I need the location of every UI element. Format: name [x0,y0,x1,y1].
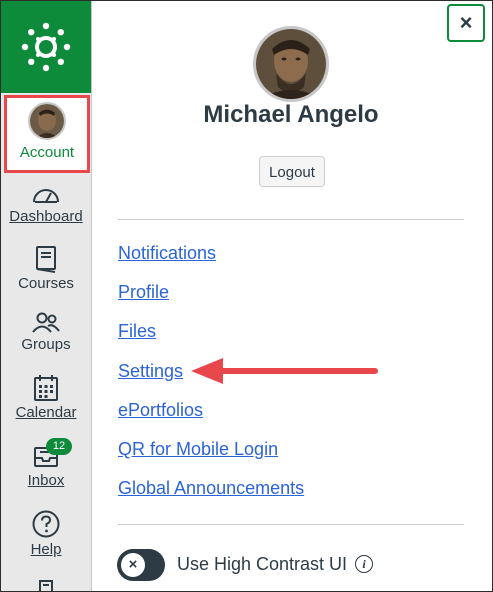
nav-item-help[interactable]: Help [1,509,91,558]
screenshot-frame: Account Dashboard Courses Groups Calenda… [0,0,493,592]
close-icon: × [459,10,473,35]
user-name: Michael Angelo [203,101,379,128]
divider [118,219,464,220]
nav-label-courses: Courses [18,275,74,292]
toggle-off-icon: × [121,553,145,577]
dashboard-icon [33,189,59,203]
calendar-icon [34,375,58,401]
help-icon [32,510,60,538]
high-contrast-toggle[interactable]: × [117,549,165,581]
courses-icon [36,246,56,273]
link-files[interactable]: Files [118,321,156,342]
profile-avatar [253,26,329,102]
canvas-logo-icon [21,22,71,72]
nav-label-inbox: Inbox [27,472,65,489]
nav-label-groups: Groups [21,336,71,353]
nav-label-dashboard: Dashboard [9,208,83,225]
nav-label-account: Account [19,144,75,161]
info-icon[interactable]: i [355,555,373,573]
link-notifications[interactable]: Notifications [118,243,216,264]
close-tray-button[interactable]: × [447,4,485,42]
link-settings[interactable]: Settings [118,361,183,382]
link-profile[interactable]: Profile [118,282,169,303]
global-nav: Account Dashboard Courses Groups Calenda… [1,1,92,591]
link-global-announcements[interactable]: Global Announcements [118,478,304,499]
nav-item-calendar[interactable]: Calendar [1,374,91,421]
nav-item-courses[interactable]: Courses [1,245,91,292]
more-nav-icon [39,580,53,591]
nav-label-calendar: Calendar [15,404,77,421]
nav-item-dashboard[interactable]: Dashboard [1,182,91,225]
high-contrast-label: Use High Contrast UI [177,554,348,574]
nav-item-account[interactable]: Account [4,95,90,173]
account-avatar [28,102,66,140]
link-eportfolios[interactable]: ePortfolios [118,400,203,421]
nav-label-help: Help [30,541,62,558]
inbox-unread-badge: 12 [46,438,72,455]
nav-item-groups[interactable]: Groups [1,312,91,353]
canvas-logo[interactable] [1,1,91,93]
divider [118,524,464,525]
logout-button[interactable]: Logout [259,156,325,187]
link-qr-mobile-login[interactable]: QR for Mobile Login [118,439,278,460]
annotation-arrow-icon [191,358,378,384]
groups-icon [32,312,60,333]
